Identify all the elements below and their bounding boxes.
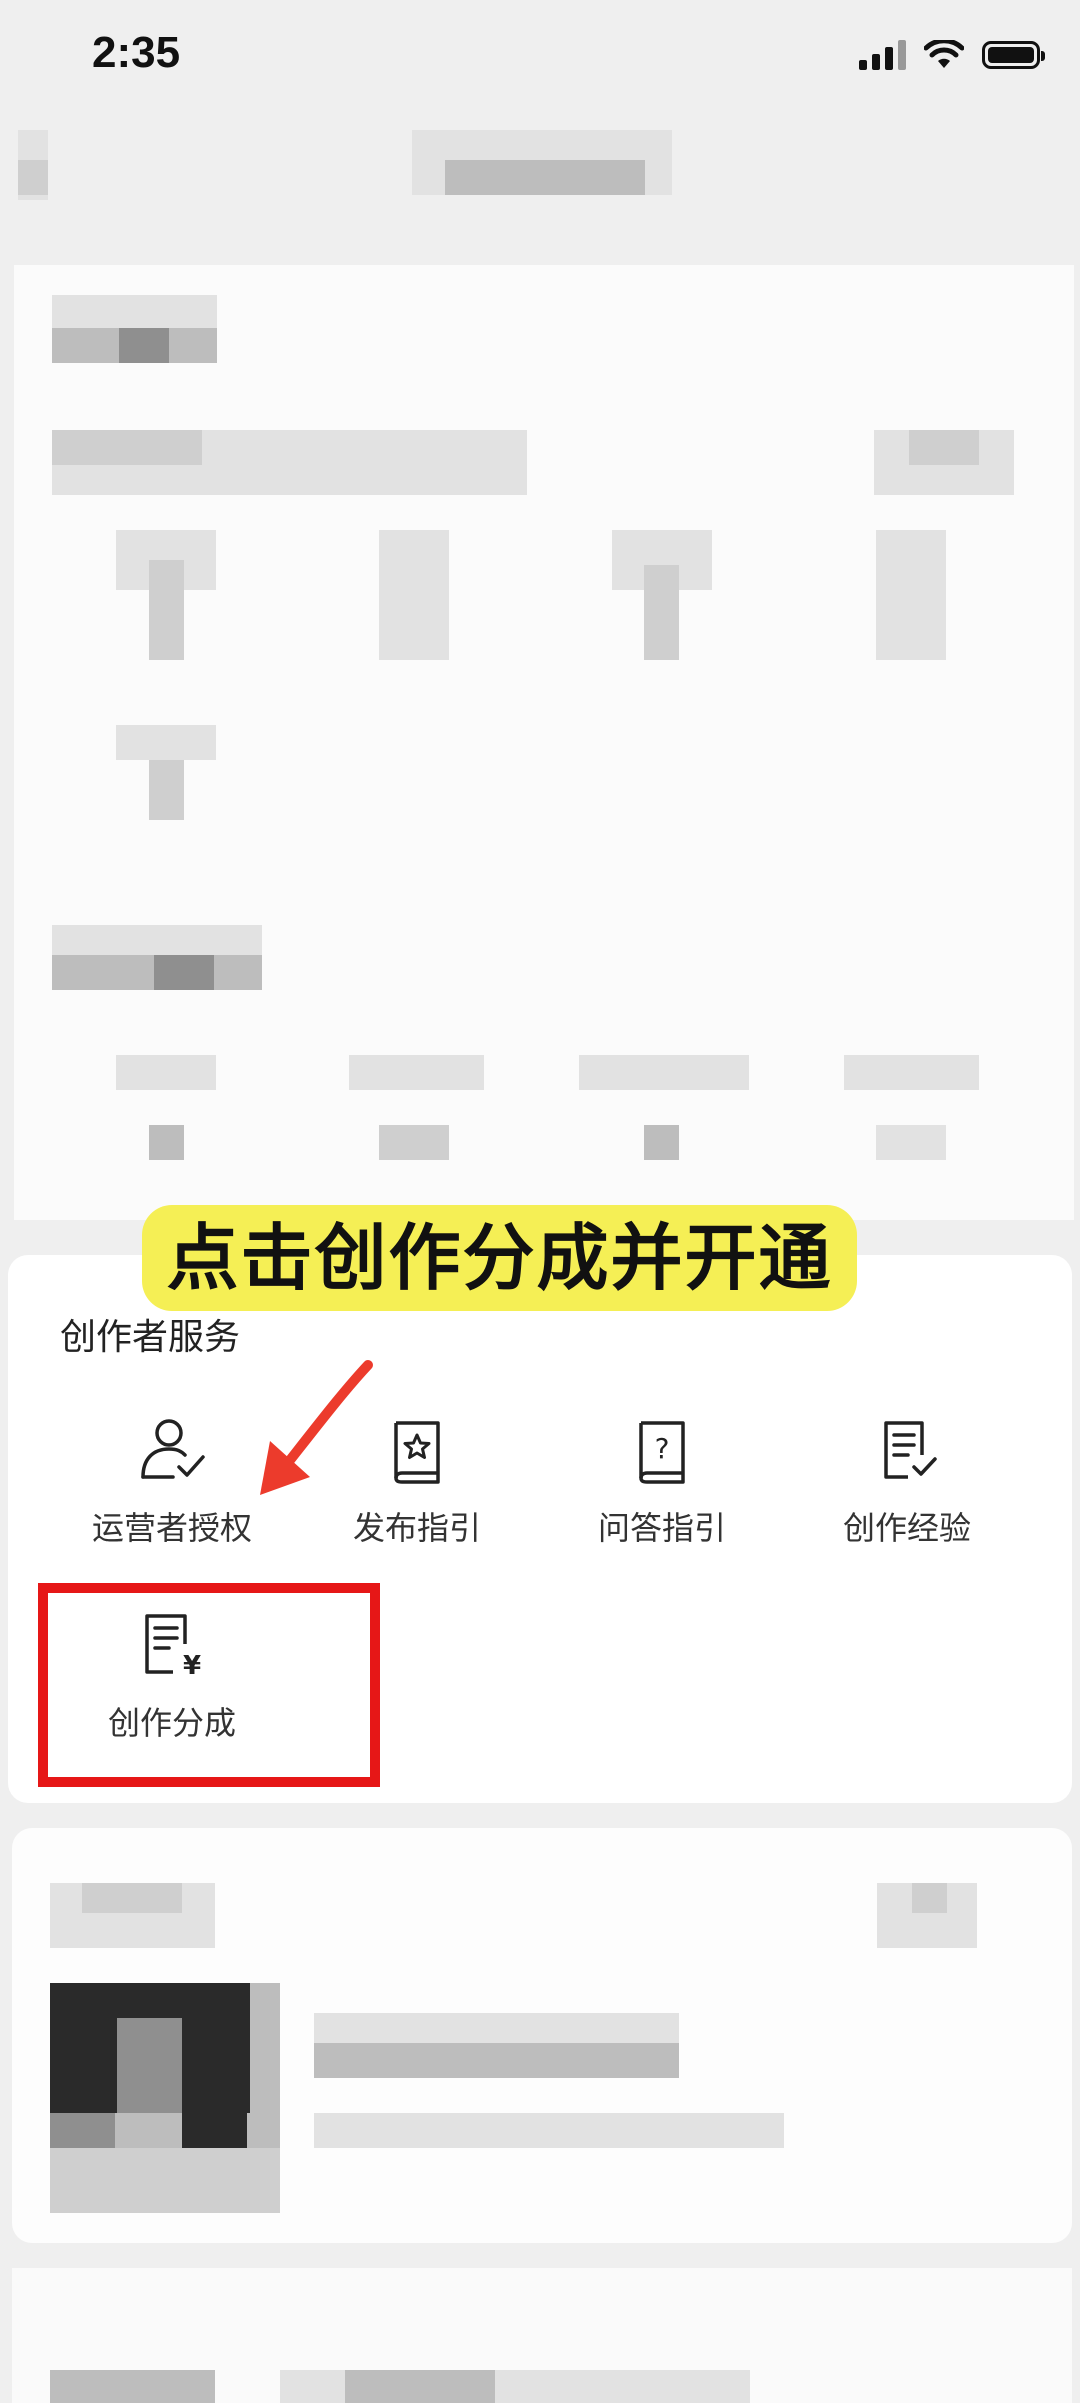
service-label: 运营者授权: [91, 1509, 252, 1547]
red-arrow-icon: [260, 1360, 373, 1495]
annotation-banner: 点击创作分成并开通: [142, 1205, 857, 1311]
cellular-signal-icon: [859, 40, 906, 70]
status-icons: [859, 40, 1045, 70]
blurred-list-card: [12, 1828, 1072, 2243]
user-check-icon: [141, 1419, 205, 1479]
book-star-icon: [394, 1421, 440, 1484]
battery-icon: [982, 41, 1045, 69]
blurred-stats-card: [14, 265, 1074, 1220]
section-title: 创作者服务: [60, 1317, 241, 1358]
document-check-icon: [884, 1421, 937, 1479]
svg-text:?: ?: [655, 1432, 670, 1465]
status-time: 2:35: [92, 28, 181, 77]
wifi-icon: [924, 40, 964, 68]
service-label: 问答指引: [597, 1509, 726, 1547]
service-label: 发布指引: [352, 1509, 481, 1547]
service-qa-guide[interactable]: ? 问答指引: [552, 1415, 772, 1549]
highlight-box: [38, 1583, 380, 1787]
service-label: 创作经验: [842, 1509, 971, 1547]
book-question-icon: ?: [639, 1421, 685, 1484]
service-creation-experience[interactable]: 创作经验: [797, 1415, 1017, 1549]
